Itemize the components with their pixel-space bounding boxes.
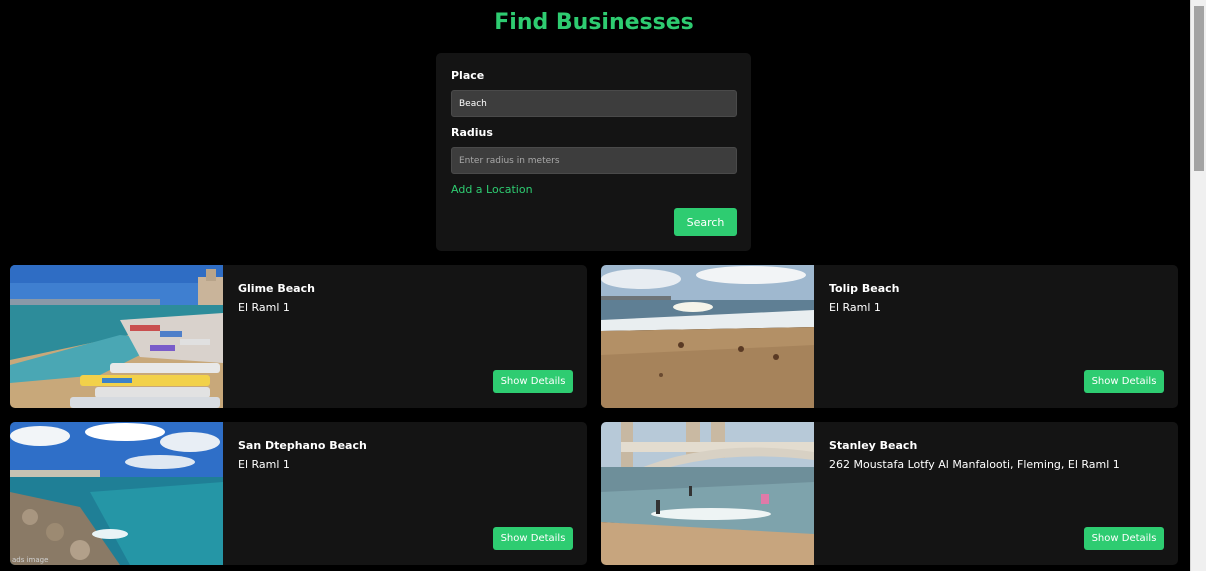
page-title: Find Businesses	[494, 10, 694, 35]
business-name: Glime Beach	[238, 282, 315, 295]
business-name: Stanley Beach	[829, 439, 918, 452]
show-details-button[interactable]: Show Details	[1084, 370, 1164, 393]
scrollbar-thumb[interactable]	[1194, 6, 1204, 171]
crowded-beach-photo	[10, 265, 223, 408]
search-panel: Place Radius Add a Location Search	[436, 53, 751, 251]
show-details-button[interactable]: Show Details	[493, 527, 573, 550]
business-address: El Raml 1	[238, 458, 290, 471]
rocky-coast-photo	[10, 422, 223, 565]
business-card-tolip-beach: Tolip Beach El Raml 1 Show Details	[601, 265, 1178, 408]
page: Find Businesses Place Radius Add a Locat…	[0, 0, 1206, 571]
business-address: El Raml 1	[829, 301, 881, 314]
business-card-stanley-beach: Stanley Beach 262 Moustafa Lotfy Al Manf…	[601, 422, 1178, 565]
place-label: Place	[451, 69, 485, 82]
show-details-button[interactable]: Show Details	[493, 370, 573, 393]
sandy-shore-photo	[601, 265, 814, 408]
business-name: San Dtephano Beach	[238, 439, 367, 452]
place-input[interactable]	[451, 90, 737, 117]
vertical-scrollbar[interactable]	[1190, 0, 1206, 571]
radius-input[interactable]	[451, 147, 737, 174]
search-button[interactable]: Search	[674, 208, 737, 236]
business-name: Tolip Beach	[829, 282, 900, 295]
business-card-san-dtephano-beach: ads image San Dtephano Beach El Raml 1 S…	[10, 422, 587, 565]
add-location-link[interactable]: Add a Location	[451, 183, 533, 196]
show-details-button[interactable]: Show Details	[1084, 527, 1164, 550]
business-card-glime-beach: Glime Beach El Raml 1 Show Details	[10, 265, 587, 408]
business-address: 262 Moustafa Lotfy Al Manfalooti, Flemin…	[829, 458, 1120, 471]
radius-label: Radius	[451, 126, 493, 139]
business-address: El Raml 1	[238, 301, 290, 314]
bridge-beach-photo	[601, 422, 814, 565]
image-watermark: ads image	[12, 556, 49, 564]
